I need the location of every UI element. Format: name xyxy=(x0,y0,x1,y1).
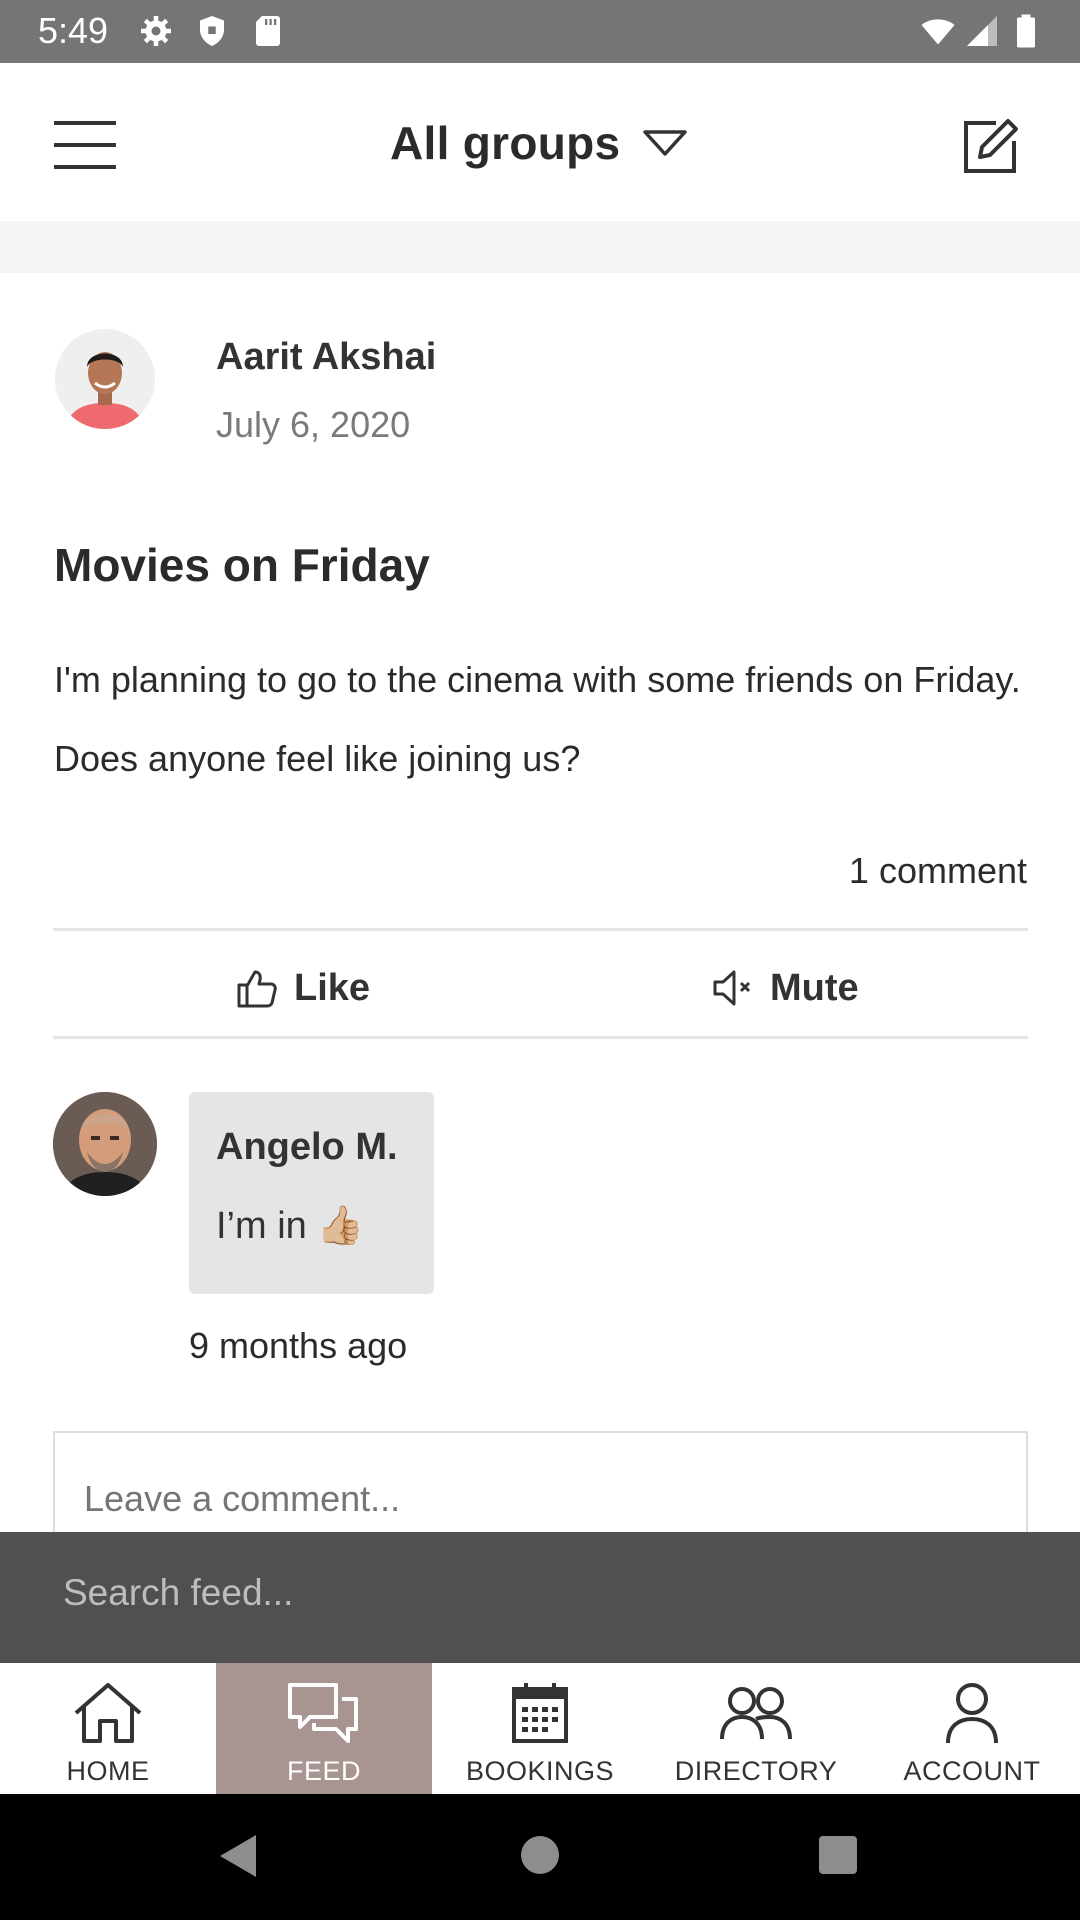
status-bar: 5:49 xyxy=(0,0,1080,63)
nav-label-home: HOME xyxy=(66,1756,150,1786)
nav-label-bookings: BOOKINGS xyxy=(465,1756,615,1786)
divider xyxy=(53,1036,1028,1039)
nav-item-directory[interactable]: DIRECTORY xyxy=(648,1663,864,1794)
shield-icon xyxy=(200,16,224,46)
comment-count[interactable]: 1 comment xyxy=(849,850,1027,892)
home-icon xyxy=(74,1683,142,1743)
section-separator xyxy=(0,221,1080,273)
nav-item-account[interactable]: ACCOUNT xyxy=(864,1663,1080,1794)
back-icon[interactable] xyxy=(218,1833,258,1879)
chevron-down-icon xyxy=(643,130,688,156)
divider xyxy=(53,928,1028,931)
post-date: July 6, 2020 xyxy=(216,404,411,445)
calendar-icon xyxy=(512,1683,568,1743)
app-bar: All groups xyxy=(0,63,1080,221)
comment-text: I’m in xyxy=(216,1204,307,1247)
mute-label: Mute xyxy=(770,966,859,1009)
nav-item-bookings[interactable]: BOOKINGS xyxy=(432,1663,648,1794)
commenter-avatar-image xyxy=(53,1092,157,1196)
group-title: All groups xyxy=(390,117,621,169)
comment-timestamp: 9 months ago xyxy=(189,1325,408,1366)
commenter-avatar[interactable] xyxy=(53,1092,157,1196)
menu-icon-line xyxy=(54,143,116,147)
compose-icon[interactable] xyxy=(960,113,1024,177)
thumbs-up-icon xyxy=(237,970,277,1008)
wifi-icon xyxy=(921,19,955,45)
system-nav-bar xyxy=(0,1794,1080,1920)
comment-author[interactable]: Angelo M. xyxy=(216,1126,398,1169)
battery-icon xyxy=(1017,14,1035,48)
menu-icon xyxy=(54,121,116,125)
status-time: 5:49 xyxy=(38,10,109,51)
author-avatar-image xyxy=(55,329,155,429)
nav-label-feed: FEED xyxy=(286,1756,361,1786)
search-bar: Search feed... xyxy=(0,1532,1080,1663)
comment-bubble: Angelo M. I’m in 👍🏼 xyxy=(189,1092,434,1294)
menu-icon-line xyxy=(54,165,116,169)
post-body: I'm planning to go to the cinema with so… xyxy=(54,659,1021,779)
group-selector[interactable]: All groups xyxy=(390,113,688,173)
status-icons-left xyxy=(138,13,286,49)
author-avatar[interactable] xyxy=(55,329,155,429)
bottom-nav: HOME FEED BOOKINGS DIRECTORY ACCOUNT xyxy=(0,1663,1080,1794)
like-label: Like xyxy=(294,966,371,1009)
nav-item-feed[interactable]: FEED xyxy=(216,1663,432,1794)
mute-icon xyxy=(713,970,751,1006)
status-icons-right xyxy=(920,13,1044,49)
signal-icon xyxy=(967,16,997,46)
nav-item-home[interactable]: HOME xyxy=(0,1663,216,1794)
menu-button[interactable] xyxy=(54,121,116,169)
chat-bubbles-icon xyxy=(288,1683,358,1743)
mute-button[interactable]: Mute xyxy=(712,960,859,1016)
nav-label-directory: DIRECTORY xyxy=(674,1756,838,1786)
comment-content: I’m in 👍🏼 xyxy=(216,1204,364,1248)
people-icon xyxy=(720,1687,792,1740)
nav-label-account: ACCOUNT xyxy=(903,1756,1041,1786)
settings-icon xyxy=(141,16,171,46)
sd-card-icon xyxy=(256,16,280,46)
post-title: Movies on Friday xyxy=(54,539,430,591)
person-icon xyxy=(946,1683,998,1744)
recents-icon[interactable] xyxy=(818,1835,858,1875)
like-button[interactable]: Like xyxy=(236,960,370,1016)
thumbs-up-emoji: 👍🏼 xyxy=(316,1205,365,1247)
home-circle-icon[interactable] xyxy=(518,1833,562,1877)
post-author-name[interactable]: Aarit Akshai xyxy=(216,336,436,379)
comment-input[interactable] xyxy=(53,1431,1028,1541)
search-feed-input[interactable]: Search feed... xyxy=(63,1572,1013,1626)
